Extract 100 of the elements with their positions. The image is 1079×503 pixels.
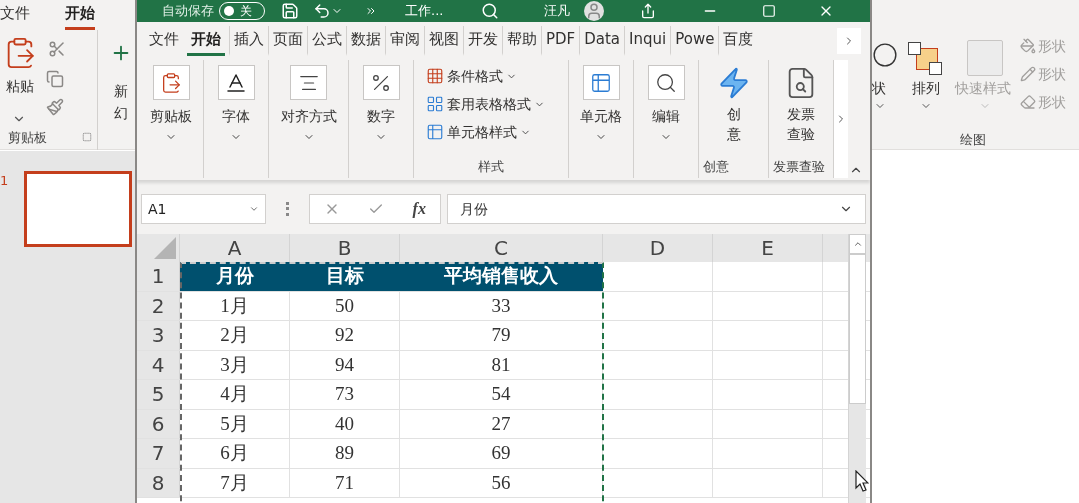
- table-cell-text: 40: [335, 411, 354, 436]
- table-cell-text: 73: [335, 382, 354, 406]
- table-cell-text: 4月: [220, 382, 249, 406]
- avatar[interactable]: [584, 1, 605, 21]
- table-cell-text: 33: [491, 293, 511, 318]
- addin-button[interactable]: 创 意: [716, 66, 751, 144]
- table-cell-text: 6月: [220, 441, 249, 465]
- maximize-icon[interactable]: [762, 4, 777, 18]
- search-icon: [647, 65, 685, 100]
- ribbon-group-button[interactable]: 数字: [362, 65, 400, 143]
- ribbon-tab[interactable]: 开发: [463, 26, 502, 56]
- table-cell-text: 1月: [220, 293, 249, 318]
- column-header[interactable]: D: [603, 234, 713, 262]
- ribbon-group-button[interactable]: 对齐方式: [280, 65, 337, 143]
- column-header[interactable]: E: [713, 234, 823, 262]
- ribbon-tab[interactable]: 审阅: [385, 26, 424, 56]
- user-name: 汪凡: [544, 2, 571, 21]
- style-menu-button[interactable]: 套用表格格式: [426, 92, 568, 116]
- row-header[interactable]: 2: [137, 291, 180, 320]
- save-icon[interactable]: [281, 2, 299, 20]
- font-color-icon: [217, 65, 255, 100]
- ribbon-tab[interactable]: 页面: [268, 26, 307, 56]
- scroll-up-button[interactable]: [849, 234, 866, 254]
- arrange-icon[interactable]: [908, 42, 944, 76]
- search-icon[interactable]: [481, 2, 500, 20]
- launcher-icon[interactable]: [82, 132, 92, 142]
- more-icon[interactable]: [365, 5, 377, 17]
- table-cell-text: 3月: [220, 352, 249, 377]
- row-header[interactable]: 6: [137, 409, 180, 438]
- ribbon-tab[interactable]: Data: [579, 26, 625, 56]
- ribbon-tab[interactable]: 百度: [718, 26, 758, 56]
- table-cell-text: 54: [491, 382, 511, 406]
- undo-icon[interactable]: [313, 2, 331, 20]
- group-label: 创意: [703, 157, 729, 176]
- table-style-icon: [426, 67, 444, 85]
- formula-field[interactable]: 月份: [447, 194, 866, 224]
- header-cell-text: 月份: [215, 264, 254, 288]
- brush-icon[interactable]: [46, 98, 64, 116]
- ribbon-tab[interactable]: 文件: [0, 0, 30, 30]
- more-icon[interactable]: [286, 202, 289, 216]
- ribbon-tab[interactable]: 插入: [229, 26, 268, 56]
- group-label: 发票查验: [773, 157, 825, 176]
- shape-format-icon[interactable]: [1020, 38, 1036, 54]
- ribbon-tab[interactable]: 开始: [187, 26, 225, 56]
- table-cell-text: 79: [491, 323, 511, 347]
- table-style-icon: [426, 123, 444, 141]
- row-header[interactable]: 7: [137, 439, 180, 468]
- addin-button[interactable]: 发票 查验: [784, 66, 818, 144]
- ribbon-tab[interactable]: Inqui: [624, 26, 671, 56]
- table-cell-text: 81: [491, 352, 511, 377]
- group-label: 剪贴板: [8, 129, 47, 147]
- ribbon-tab[interactable]: 视图: [424, 26, 463, 56]
- row-header[interactable]: 1: [137, 262, 180, 291]
- insert-function-button[interactable]: fx: [412, 197, 426, 221]
- ribbon-tab[interactable]: 开始: [65, 0, 95, 30]
- table-cell-text: 69: [491, 441, 511, 465]
- row-header[interactable]: 4: [137, 350, 180, 379]
- style-menu-button[interactable]: 单元格样式: [426, 120, 568, 144]
- circle-icon[interactable]: [872, 42, 898, 68]
- row-header[interactable]: 8: [137, 468, 180, 497]
- header-cell-text: 目标: [325, 264, 364, 288]
- shape-label[interactable]: 状: [872, 78, 886, 99]
- ribbon-tab[interactable]: 数据: [346, 26, 385, 56]
- table-cell-text: 2月: [220, 323, 249, 347]
- autosave-label: 自动保存: [162, 2, 214, 21]
- paste-button[interactable]: 粘贴: [0, 36, 40, 116]
- ribbon-tab[interactable]: Powe: [670, 26, 719, 56]
- dropdown-icon[interactable]: [249, 204, 259, 214]
- table-cell-text: 50: [335, 293, 354, 318]
- ribbon-group-button[interactable]: 编辑: [647, 65, 685, 143]
- table-cell-text: 89: [335, 441, 354, 465]
- new-slide-text: 新: [114, 82, 128, 101]
- table-icon: [582, 65, 620, 100]
- table-cell-text: 5月: [220, 411, 249, 436]
- ribbon-group-button[interactable]: 单元格: [580, 65, 622, 143]
- header-cell-text: 平均销售收入: [444, 264, 558, 288]
- ribbon-tab[interactable]: 公式: [307, 26, 346, 56]
- table-cell-text: 56: [491, 470, 511, 495]
- row-header[interactable]: 5: [137, 380, 180, 409]
- arrange-label[interactable]: 排列: [912, 78, 940, 99]
- shape-format-icon[interactable]: [1020, 94, 1036, 110]
- style-menu-button[interactable]: 条件格式: [426, 64, 568, 88]
- table-style-icon: [426, 95, 444, 113]
- name-box[interactable]: A1: [141, 194, 266, 224]
- shape-format-icon[interactable]: [1020, 66, 1036, 82]
- slide-thumbnail[interactable]: [24, 171, 132, 247]
- new-slide-text: 幻: [114, 104, 128, 123]
- row-header[interactable]: 3: [137, 321, 180, 350]
- scissors-icon[interactable]: [48, 40, 66, 58]
- ribbon-group-button[interactable]: 字体: [217, 65, 255, 143]
- percent-icon: [362, 65, 400, 100]
- copy-icon[interactable]: [46, 70, 64, 88]
- ribbon-tab[interactable]: PDF: [541, 26, 580, 56]
- ribbon-group-button[interactable]: 剪贴板: [150, 65, 192, 143]
- scrollbar-thumb[interactable]: [849, 254, 866, 404]
- ribbon-tab[interactable]: 文件: [145, 26, 183, 56]
- table-cell-text: 71: [335, 470, 354, 495]
- new-slide-label[interactable]: 新 幻: [114, 80, 128, 124]
- ribbon-tab[interactable]: 帮助: [502, 26, 541, 56]
- slide-number: 1: [0, 172, 10, 190]
